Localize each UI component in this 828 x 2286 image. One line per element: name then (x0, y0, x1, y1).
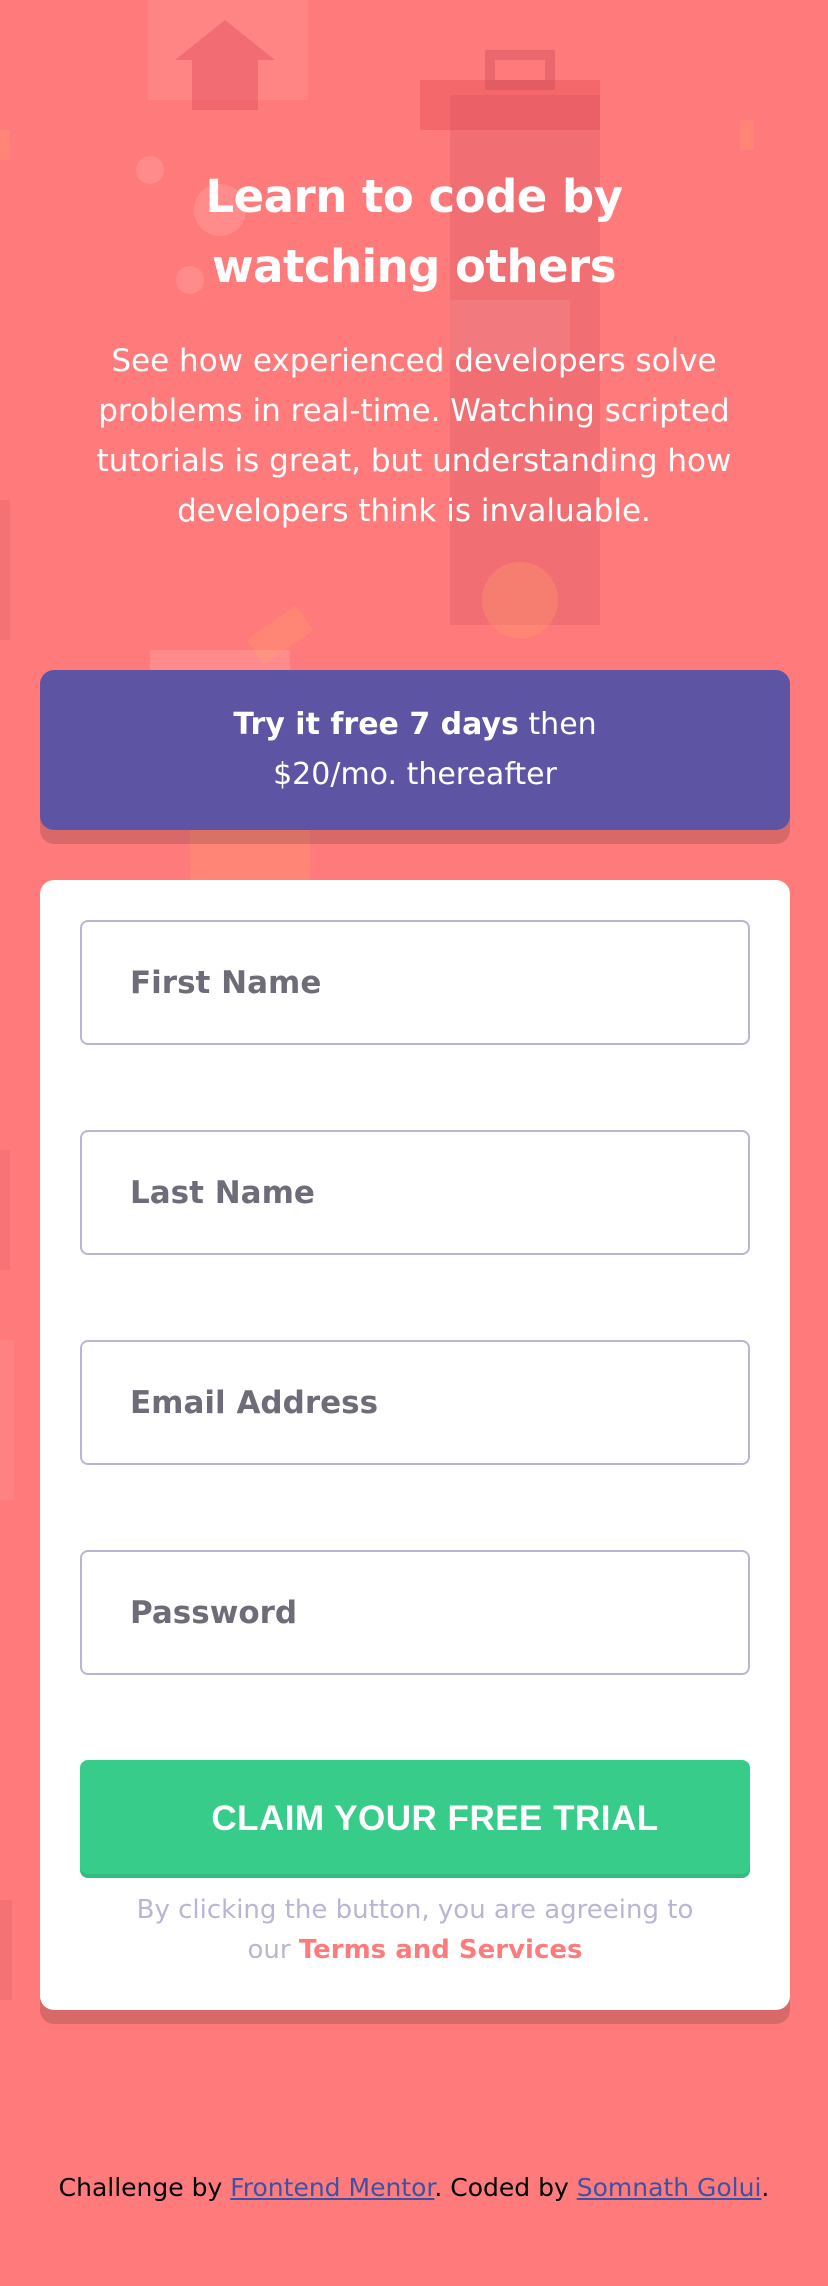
trial-banner-line-1: Try it free 7 days then (40, 700, 790, 750)
hero-description: See how experienced developers solve pro… (96, 343, 732, 529)
first-name-input[interactable] (80, 920, 750, 1045)
email-input[interactable] (80, 1340, 750, 1465)
hero-title-line-2: watching others (212, 240, 616, 293)
last-name-input[interactable] (80, 1130, 750, 1255)
trial-banner-then: then (518, 707, 597, 742)
hero-title: Learn to code by watching others (0, 162, 828, 302)
trial-banner-bold: Try it free 7 days (233, 707, 519, 742)
frontend-mentor-link[interactable]: Frontend Mentor (230, 2173, 434, 2202)
terms-notice: By clicking the button, you are agreeing… (80, 1890, 750, 1970)
attribution-coded-by: . Coded by (434, 2173, 569, 2202)
claim-free-trial-button[interactable]: CLAIM YOUR FREE TRIAL (80, 1760, 750, 1878)
author-link[interactable]: Somnath Golui (577, 2173, 762, 2202)
hero-title-line-1: Learn to code by (205, 170, 623, 223)
password-input[interactable] (80, 1550, 750, 1675)
terms-link[interactable]: Terms and Services (299, 1935, 583, 1965)
signup-form: CLAIM YOUR FREE TRIAL By clicking the bu… (40, 880, 790, 2010)
terms-our: our (247, 1935, 291, 1965)
attribution-footer: Challenge by Frontend Mentor. Coded by S… (0, 2168, 828, 2208)
trial-banner: Try it free 7 days then $20/mo. thereaft… (40, 670, 790, 830)
attribution-end: . (761, 2173, 770, 2202)
landing-page: Learn to code by watching others See how… (0, 0, 828, 2286)
terms-prefix: By clicking the button, you are agreeing… (136, 1895, 694, 1925)
trial-banner-price: $20/mo. thereafter (273, 757, 557, 792)
attribution-challenge-by: Challenge by (58, 2173, 223, 2202)
